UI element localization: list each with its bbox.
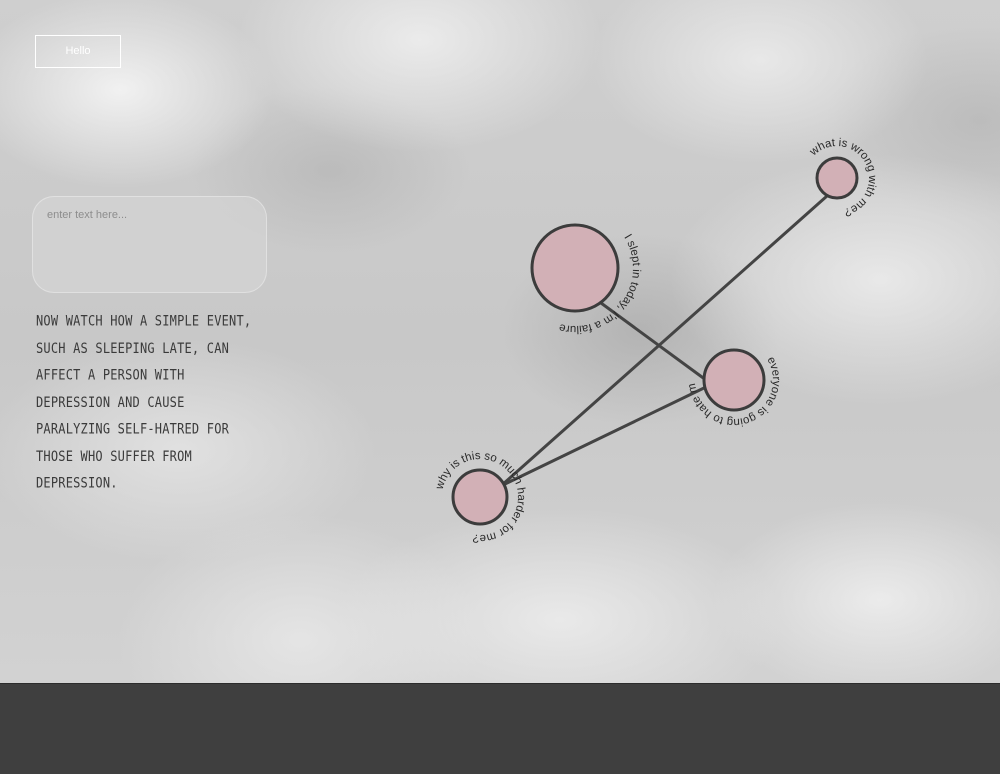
graph-node-n4[interactable]: why is this so much harder for me? — [434, 450, 527, 544]
node-circle[interactable] — [702, 348, 766, 412]
bottom-bar — [0, 683, 1000, 774]
edge-n3-n4 — [504, 385, 707, 486]
node-circle[interactable] — [530, 223, 620, 313]
node-label: everyone is going to hate me now. — [0, 0, 782, 428]
page: Hello Now watch how a simple event, such… — [0, 0, 1000, 774]
graph-node-n1[interactable]: I slept in today, I'm a failure — [530, 223, 642, 335]
thought-graph: I slept in today, I'm a failure what is … — [0, 0, 878, 544]
graph-node-n3[interactable]: everyone is going to hate me now. — [0, 0, 782, 428]
node-circle[interactable] — [451, 468, 509, 526]
node-circle[interactable] — [815, 156, 859, 200]
